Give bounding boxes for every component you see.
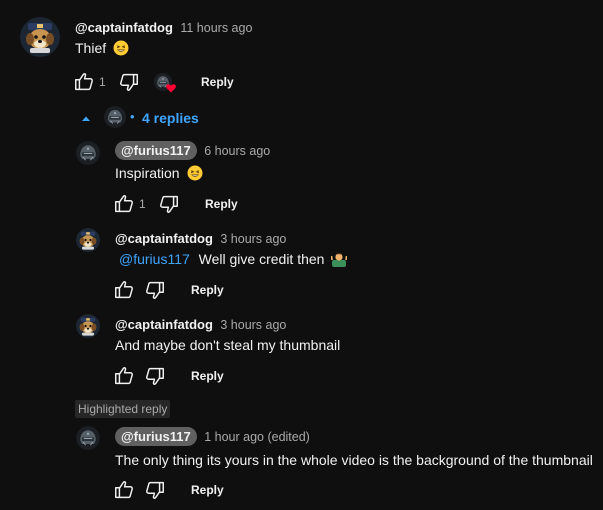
separator-dot: • xyxy=(130,109,135,124)
avatar[interactable] xyxy=(76,141,100,165)
thumbs-down-icon xyxy=(146,281,164,299)
thumbs-down-icon xyxy=(146,481,164,499)
comment-author[interactable]: @captainfatdog xyxy=(115,231,213,246)
reply-button[interactable]: Reply xyxy=(191,483,224,497)
comment-header: @furius117 6 hours ago xyxy=(115,141,270,160)
comment-author[interactable]: @captainfatdog xyxy=(115,317,213,332)
reply-button[interactable]: Reply xyxy=(205,197,238,211)
helmet-avatar-icon xyxy=(76,426,100,450)
comment-header: @captainfatdog 3 hours ago xyxy=(115,230,286,248)
thumbs-down-icon xyxy=(146,367,164,385)
dislike-button[interactable] xyxy=(144,279,166,301)
shrug-emoji-icon xyxy=(331,253,348,267)
like-button[interactable] xyxy=(113,279,135,301)
like-button[interactable] xyxy=(113,479,135,501)
comment-time[interactable]: 3 hours ago xyxy=(220,318,286,332)
creator-heart xyxy=(154,73,178,95)
comment-time[interactable]: 3 hours ago xyxy=(220,232,286,246)
thumbs-down-icon xyxy=(120,73,138,91)
like-button[interactable] xyxy=(113,365,135,387)
comment-header: @captainfatdog 11 hours ago xyxy=(75,19,252,37)
mention-link[interactable]: @furius117 xyxy=(119,251,190,267)
thumbs-up-icon xyxy=(115,195,133,213)
comment-text: Inspiration xyxy=(115,165,204,181)
dog-avatar-icon xyxy=(76,314,100,338)
thumbs-up-icon xyxy=(75,73,93,91)
avatar[interactable] xyxy=(76,314,100,338)
avatar[interactable] xyxy=(76,426,100,450)
comment-text: The only thing its yours in the whole vi… xyxy=(115,452,593,468)
grin-emoji-icon xyxy=(113,40,130,56)
heart-icon xyxy=(166,84,176,93)
like-count: 1 xyxy=(139,197,146,211)
thumbs-down-icon xyxy=(160,195,178,213)
comment-header: @furius117 1 hour ago (edited) xyxy=(115,427,310,446)
comment-text: Thief xyxy=(75,40,130,56)
reply-button[interactable]: Reply xyxy=(191,369,224,383)
highlighted-reply-badge: Highlighted reply xyxy=(75,400,171,418)
like-button[interactable] xyxy=(73,71,95,93)
thumbs-up-icon xyxy=(115,367,133,385)
dog-avatar-icon xyxy=(20,17,60,57)
thumbs-up-icon xyxy=(115,281,133,299)
avatar[interactable] xyxy=(20,17,60,57)
comment-header: @captainfatdog 3 hours ago xyxy=(115,316,286,334)
comment-author[interactable]: @furius117 xyxy=(115,427,197,446)
avatar[interactable] xyxy=(76,228,100,252)
replies-count: 4 replies xyxy=(142,110,199,126)
comment-author[interactable]: @furius117 xyxy=(115,141,197,160)
like-button[interactable] xyxy=(113,193,135,215)
grin-emoji-icon xyxy=(187,165,204,181)
reply-button[interactable]: Reply xyxy=(201,75,234,89)
dislike-button[interactable] xyxy=(118,71,140,93)
helmet-avatar-icon xyxy=(104,106,126,128)
like-count: 1 xyxy=(99,75,106,89)
dislike-button[interactable] xyxy=(158,193,180,215)
dislike-button[interactable] xyxy=(144,479,166,501)
dislike-button[interactable] xyxy=(144,365,166,387)
dog-avatar-icon xyxy=(76,228,100,252)
comment-time[interactable]: 1 hour ago (edited) xyxy=(204,430,310,444)
comment-text: @furius117 Well give credit then xyxy=(119,251,348,267)
helmet-avatar-icon xyxy=(76,141,100,165)
comment-author[interactable]: @captainfatdog xyxy=(75,20,173,35)
caret-up-icon xyxy=(82,116,90,121)
comment-time[interactable]: 11 hours ago xyxy=(180,21,252,35)
reply-button[interactable]: Reply xyxy=(191,283,224,297)
comment-text: And maybe don't steal my thumbnail xyxy=(115,337,341,353)
thumbs-up-icon xyxy=(115,481,133,499)
comment-time[interactable]: 6 hours ago xyxy=(204,144,270,158)
